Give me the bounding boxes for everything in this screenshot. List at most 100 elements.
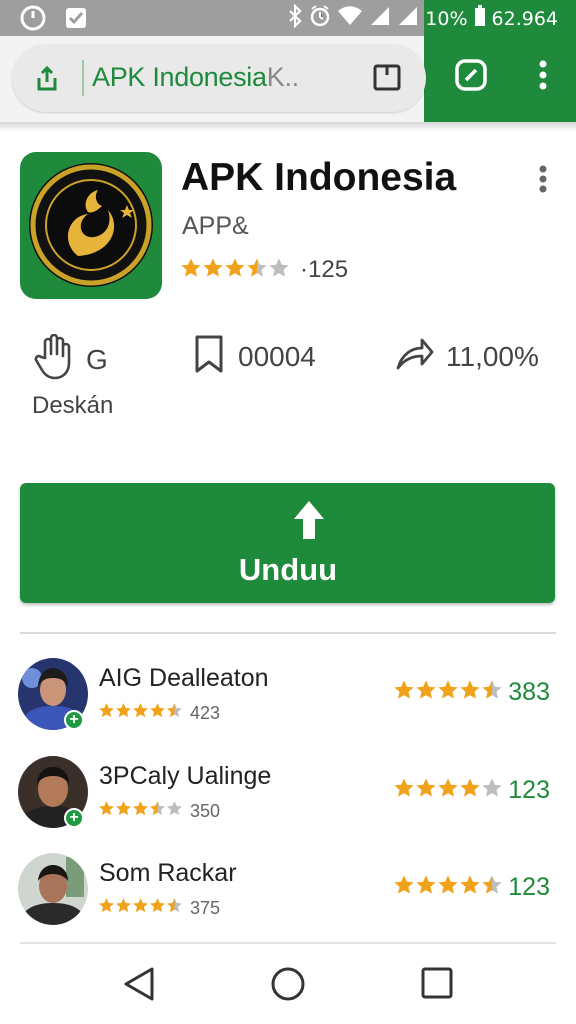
star-icon [167, 801, 182, 816]
list-item[interactable]: Som Rackar 375 123 [0, 853, 576, 943]
star-icon [438, 680, 458, 699]
reviewer-name: Som Rackar [99, 859, 237, 887]
avatar [18, 853, 88, 925]
app-rating-stars [180, 257, 290, 284]
reviewer-rating: 350 [98, 800, 220, 822]
stat-installs: G [32, 333, 108, 385]
home-icon[interactable] [270, 966, 306, 1007]
app-rating-count: ·125 [300, 256, 349, 283]
star-icon [225, 257, 245, 277]
star-icon [460, 680, 480, 699]
reviewer-name: AIG Dealleaton [99, 664, 269, 692]
star-icon [181, 257, 201, 277]
star-icon [394, 875, 414, 894]
reviewer-stars [98, 800, 183, 822]
reviewer-stars [98, 897, 183, 919]
reviewer-rating-count: 375 [190, 897, 221, 918]
reviewer-rating: 423 [98, 702, 220, 724]
more-options-icon[interactable] [538, 164, 548, 199]
share-icon [394, 334, 434, 379]
bookmark-icon [192, 334, 226, 379]
star-icon [416, 680, 436, 699]
star-icon [133, 898, 148, 913]
star-icon [247, 257, 267, 277]
url-text-overflow: K.. [266, 62, 299, 92]
upload-arrow-icon [291, 499, 327, 546]
edit-icon[interactable] [454, 58, 488, 97]
clock: 62.964 [491, 8, 558, 30]
url-text-main: APK Indonesia [92, 62, 267, 92]
overflow-menu-icon[interactable] [538, 58, 548, 97]
star-icon [167, 898, 182, 913]
battery-percent: 10% [425, 8, 468, 30]
star-icon [460, 875, 480, 894]
star-icon [416, 778, 436, 797]
back-icon[interactable] [122, 966, 156, 1007]
star-icon [394, 680, 414, 699]
upload-icon[interactable] [32, 64, 62, 99]
star-icon [150, 801, 165, 816]
battery-icon [474, 5, 486, 33]
stat-installs-value: G [86, 343, 108, 375]
app-icon [20, 152, 162, 299]
signal-icon-2 [397, 5, 419, 33]
list-item[interactable]: + 3PCaly Ualinge 350 123 [0, 756, 576, 846]
stat-bookmarks-value: 00004 [238, 340, 316, 372]
verified-plus-icon: + [64, 808, 84, 828]
app-developer[interactable]: APP& [182, 212, 249, 241]
star-icon [99, 801, 114, 816]
reviewer-rating: 375 [98, 897, 220, 919]
star-icon [150, 898, 165, 913]
star-icon [116, 801, 131, 816]
stat-caption: Deskán [32, 392, 114, 419]
stat-bookmarks: 00004 [192, 334, 316, 379]
hand-icon [32, 333, 74, 385]
star-icon [482, 875, 502, 894]
star-icon [150, 703, 165, 718]
review-score-stars [393, 679, 503, 706]
stat-shares-value: 11,00% [446, 340, 539, 372]
star-icon [99, 703, 114, 718]
system-nav-bar [0, 944, 576, 1024]
wifi-icon [337, 5, 363, 33]
sync-icon [20, 5, 46, 36]
reviewer-name: 3PCaly Ualinge [99, 762, 272, 790]
toolbar-shadow [0, 122, 576, 132]
address-bar[interactable]: APK IndonesiaK.. [12, 44, 426, 112]
star-icon [269, 257, 289, 277]
verified-plus-icon: + [64, 710, 84, 730]
list-item[interactable]: + AIG Dealleaton 423 383 [0, 658, 576, 748]
star-icon [482, 680, 502, 699]
review-score-stars [393, 777, 503, 804]
status-bar-notifications [20, 5, 88, 36]
check-icon [64, 6, 88, 35]
download-button-label: Unduu [238, 552, 338, 587]
star-icon [99, 898, 114, 913]
address-divider [82, 60, 84, 96]
star-icon [482, 778, 502, 797]
review-score-value: 383 [508, 678, 550, 706]
recents-icon[interactable] [420, 966, 454, 1005]
signal-icon [369, 5, 391, 33]
star-icon [416, 875, 436, 894]
stat-shares: 11,00% [394, 334, 539, 379]
tab-switcher-icon[interactable] [372, 62, 402, 97]
review-score-value: 123 [508, 873, 550, 901]
star-icon [116, 703, 131, 718]
star-icon [167, 703, 182, 718]
review-score: 123 [393, 873, 550, 902]
star-icon [133, 703, 148, 718]
star-icon [460, 778, 480, 797]
reviewer-rating-count: 423 [190, 702, 221, 723]
star-icon [133, 801, 148, 816]
review-score-value: 123 [508, 776, 550, 804]
browser-toolbar: APK IndonesiaK.. [0, 36, 576, 122]
app-rating: ·125 [180, 256, 348, 284]
star-icon [394, 778, 414, 797]
star-icon [203, 257, 223, 277]
url-text[interactable]: APK IndonesiaK.. [92, 62, 299, 93]
reviewer-stars [98, 702, 183, 724]
bluetooth-icon [287, 3, 303, 34]
review-score: 123 [393, 776, 550, 805]
browser-toolbar-accent [424, 36, 576, 122]
